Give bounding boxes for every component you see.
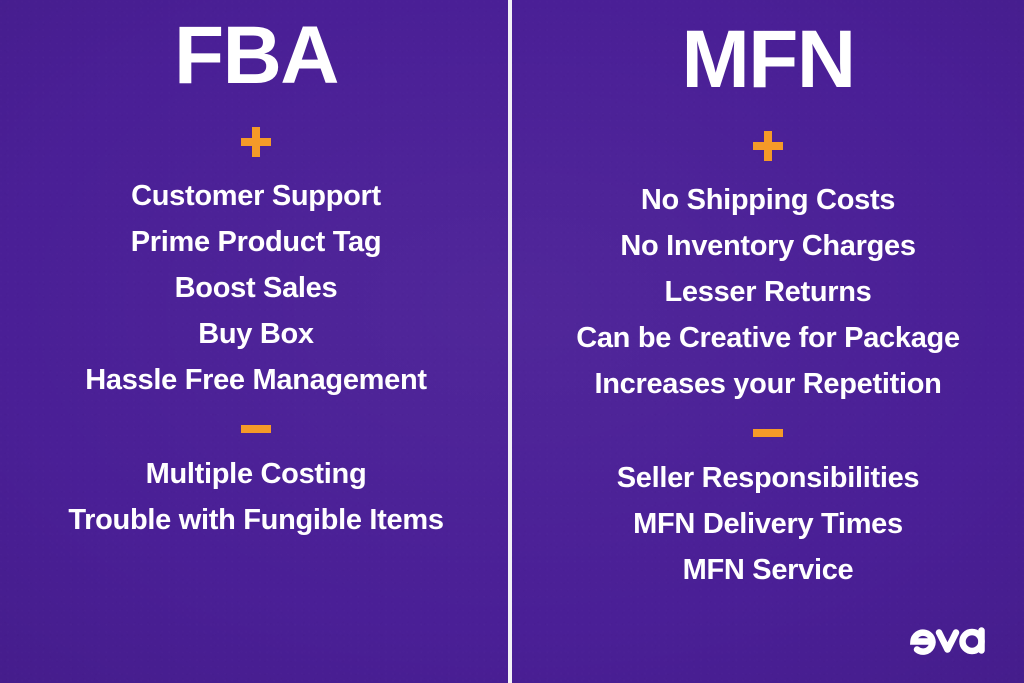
list-item: Seller Responsibilities (616, 462, 920, 495)
plus-icon (753, 131, 783, 162)
list-item: Hassle Free Management (85, 364, 427, 397)
plus-icon-vertical-bar (252, 127, 260, 158)
list-item: Customer Support (131, 180, 381, 213)
fba-pros-list: Customer Support Prime Product Tag Boost… (0, 173, 512, 403)
column-divider (508, 0, 512, 683)
list-item: Can be Creative for Package (576, 322, 960, 355)
list-item: Trouble with Fungible Items (68, 504, 444, 537)
list-item: Boost Sales (174, 272, 338, 305)
mfn-cons-list: Seller Responsibilities MFN Delivery Tim… (512, 455, 1024, 593)
plus-icon-vertical-bar (764, 131, 772, 162)
column-fba: FBA Customer Support Prime Product Tag B… (0, 0, 512, 683)
fba-vs-mfn-infographic: FBA Customer Support Prime Product Tag B… (0, 0, 1024, 683)
column-fba-heading: FBA (173, 10, 340, 101)
column-mfn-heading: MFN (681, 14, 856, 105)
eva-logo (908, 619, 994, 661)
list-item: No Shipping Costs (640, 184, 896, 217)
mfn-pros-list: No Shipping Costs No Inventory Charges L… (512, 177, 1024, 407)
plus-icon (241, 127, 271, 158)
fba-cons-list: Multiple Costing Trouble with Fungible I… (0, 451, 512, 543)
list-item: MFN Delivery Times (633, 508, 903, 541)
list-item: Buy Box (198, 318, 314, 351)
column-mfn: MFN No Shipping Costs No Inventory Charg… (512, 0, 1024, 683)
list-item: MFN Service (682, 554, 854, 587)
minus-icon (241, 425, 271, 434)
list-item: Prime Product Tag (130, 226, 382, 259)
list-item: Increases your Repetition (594, 368, 942, 401)
list-item: Multiple Costing (145, 458, 367, 491)
list-item: No Inventory Charges (620, 230, 916, 263)
minus-icon (753, 429, 783, 438)
list-item: Lesser Returns (664, 276, 872, 309)
